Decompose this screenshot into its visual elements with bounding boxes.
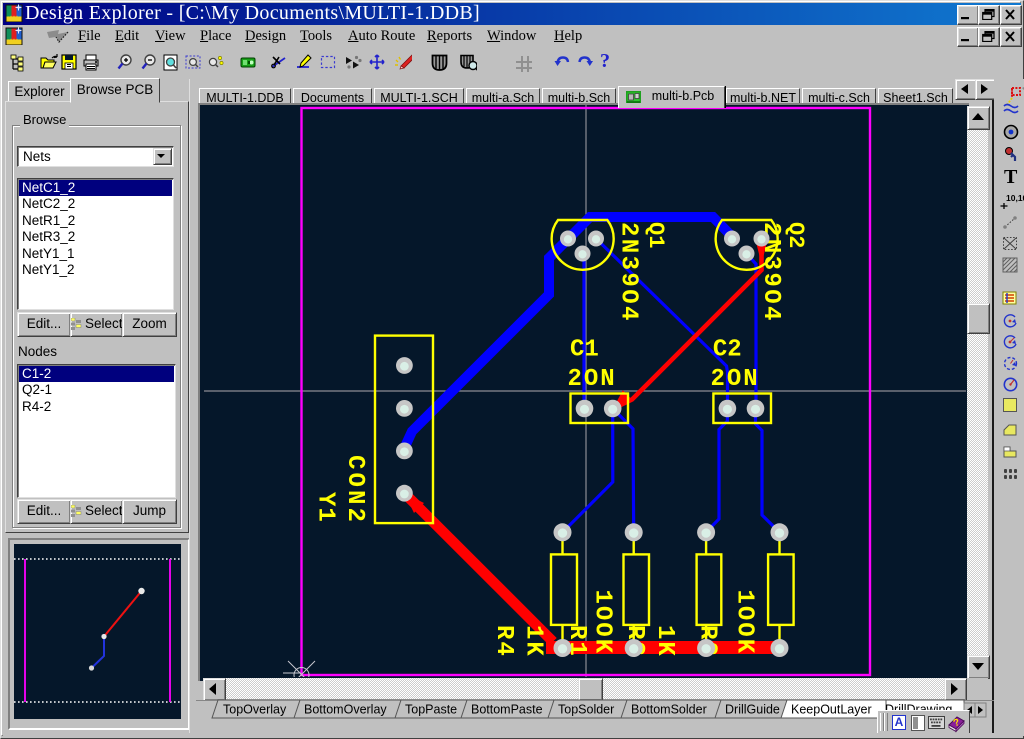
svg-text:Y1: Y1 — [312, 492, 339, 523]
svg-text:TopOverlay: TopOverlay — [223, 703, 287, 717]
svg-text:DrillGuide: DrillGuide — [725, 703, 780, 717]
svg-text:Q2: Q2 — [783, 222, 808, 248]
svg-text:CON2: CON2 — [341, 455, 368, 525]
svg-text:10,10: 10,10 — [1006, 193, 1024, 203]
svg-text:KeepOutLayer: KeepOutLayer — [791, 703, 872, 717]
svg-text:2ON: 2ON — [711, 366, 760, 393]
svg-text:2ON: 2ON — [568, 366, 617, 393]
svg-text:C2: C2 — [713, 337, 742, 364]
svg-text:1K: 1K — [651, 625, 678, 658]
svg-text:TopSolder: TopSolder — [558, 703, 614, 717]
svg-text:1OOK: 1OOK — [589, 590, 616, 656]
svg-text:BottomSolder: BottomSolder — [631, 703, 707, 717]
svg-text:2N39O4: 2N39O4 — [615, 222, 642, 323]
svg-text:BottomPaste: BottomPaste — [471, 703, 543, 717]
svg-text:BottomOverlay: BottomOverlay — [304, 703, 387, 717]
svg-text:TopPaste: TopPaste — [405, 703, 457, 717]
svg-text:R4: R4 — [490, 625, 517, 658]
svg-text:Q1: Q1 — [643, 222, 668, 248]
svg-text:1OOK: 1OOK — [731, 590, 758, 656]
svg-text:1K: 1K — [520, 625, 547, 658]
svg-text:C1: C1 — [570, 337, 599, 364]
